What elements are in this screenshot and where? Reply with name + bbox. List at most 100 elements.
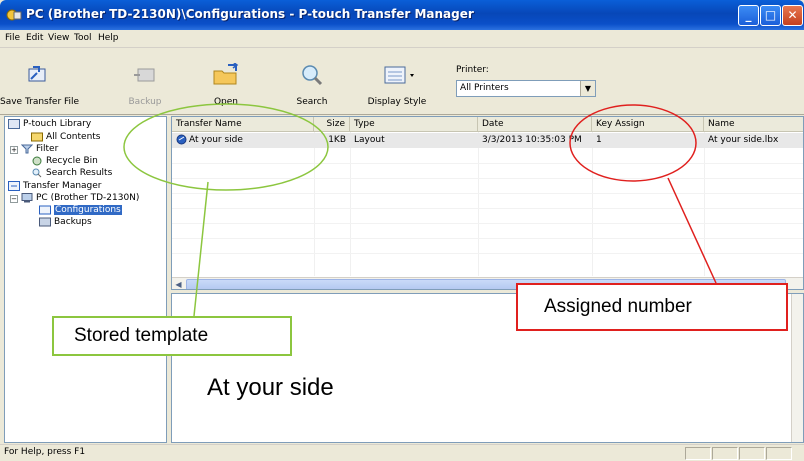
status-text: For Help, press F1 — [4, 447, 86, 457]
search-button[interactable]: Search — [290, 49, 334, 113]
cell-transfer-name[interactable]: At your side — [176, 134, 243, 147]
backup-button: Backup — [120, 49, 170, 113]
cell-transfer-name-text: At your side — [189, 135, 243, 145]
grid-line — [172, 208, 803, 209]
scroll-left-icon[interactable]: ◀ — [172, 279, 185, 289]
status-panel — [766, 447, 792, 460]
collapse-icon[interactable]: − — [10, 195, 18, 203]
printer-select-value: All Printers — [460, 83, 509, 93]
menu-edit[interactable]: Edit — [26, 33, 43, 43]
open-label: Open — [213, 97, 239, 107]
grid-line — [172, 193, 803, 194]
tree-item-label: Configurations — [54, 205, 122, 215]
cell-size: 1KB — [328, 135, 346, 145]
tree-item-label: All Contents — [46, 132, 101, 142]
computer-icon — [21, 192, 33, 202]
display-style-label: Display Style — [367, 97, 427, 107]
window-title: PC (Brother TD-2130N)\Configurations - P… — [26, 7, 474, 21]
toolbar: Save Transfer File Backup Open Search Di… — [0, 49, 804, 115]
display-style-button[interactable]: Display Style — [362, 49, 432, 113]
tree-item-label: Filter — [36, 144, 59, 154]
grid-line — [592, 132, 593, 276]
folder-tree: P-touch Library All Contents + Filter Re… — [4, 116, 167, 443]
maximize-button[interactable]: □ — [760, 5, 781, 26]
tree-item-all-contents[interactable]: All Contents — [31, 131, 101, 143]
status-panel — [739, 447, 765, 460]
tree-item-label: PC (Brother TD-2130N) — [36, 193, 140, 203]
save-transfer-file-icon — [28, 66, 46, 82]
tree-item-ptouch-library[interactable]: P-touch Library — [8, 118, 91, 130]
tree-item-label: Backups — [54, 217, 92, 227]
tree-item-label: Transfer Manager — [23, 181, 102, 191]
open-folder-icon — [213, 63, 239, 85]
open-button[interactable]: Open — [205, 49, 247, 113]
grid-line — [478, 132, 479, 276]
minimize-button[interactable]: _ — [738, 5, 759, 26]
grid-line — [314, 132, 315, 276]
backups-icon — [39, 217, 51, 226]
status-bar: For Help, press F1 — [0, 444, 804, 461]
grid-line — [172, 223, 803, 224]
cell-name: At your side.lbx — [708, 135, 779, 145]
vertical-scrollbar[interactable] — [791, 294, 803, 442]
configurations-icon — [39, 205, 51, 214]
tree-item-recycle-bin[interactable]: Recycle Bin — [31, 155, 98, 167]
grid-line — [172, 178, 803, 179]
column-header-key-assign[interactable]: Key Assign — [592, 117, 704, 132]
status-panel — [712, 447, 738, 460]
preview-text: At your side — [207, 374, 334, 401]
title-bar[interactable]: PC (Brother TD-2130N)\Configurations - P… — [0, 0, 804, 30]
cell-type: Layout — [354, 135, 385, 145]
tree-item-label: Recycle Bin — [46, 156, 98, 166]
cell-date: 3/3/2013 10:35:03 PM — [482, 135, 582, 145]
column-header-size[interactable]: Size — [314, 117, 350, 132]
backup-icon — [134, 68, 155, 82]
tree-item-filter[interactable]: Filter — [21, 143, 58, 155]
search-icon — [302, 65, 323, 86]
tree-item-backups[interactable]: Backups — [39, 216, 92, 228]
backup-label: Backup — [128, 97, 162, 107]
transfer-manager-icon — [8, 180, 20, 191]
grid-line — [704, 132, 705, 276]
all-contents-icon — [31, 132, 43, 141]
chevron-down-icon[interactable]: ▼ — [580, 81, 595, 96]
printer-label: Printer: — [456, 65, 489, 75]
menu-bar: File Edit View Tool Help — [0, 30, 804, 48]
tree-item-label: P-touch Library — [23, 119, 92, 129]
assigned-number-callout: Assigned number — [516, 283, 788, 331]
menu-file[interactable]: File — [5, 33, 20, 43]
grid-line — [172, 238, 803, 239]
tree-item-search-results[interactable]: Search Results — [31, 167, 112, 179]
display-style-icon — [384, 66, 414, 84]
column-header-date[interactable]: Date — [478, 117, 592, 132]
library-icon — [8, 118, 20, 129]
tree-item-label: Search Results — [46, 168, 113, 178]
expand-icon[interactable]: + — [10, 146, 18, 154]
grid-line — [350, 132, 351, 276]
recycle-bin-icon — [32, 156, 42, 165]
menu-tool[interactable]: Tool — [74, 33, 91, 43]
save-transfer-file-label: Save Transfer File — [0, 97, 80, 107]
filter-icon — [21, 144, 33, 153]
menu-view[interactable]: View — [48, 33, 69, 43]
layout-file-icon — [176, 134, 187, 145]
app-window: PC (Brother TD-2130N)\Configurations - P… — [0, 0, 804, 461]
transfer-list: Transfer Name Size Type Date Key Assign … — [171, 116, 804, 290]
tree-item-configurations[interactable]: Configurations — [39, 204, 122, 216]
printer-select[interactable]: All Printers ▼ — [456, 80, 596, 97]
column-header-transfer-name[interactable]: Transfer Name — [172, 117, 314, 132]
status-panel — [685, 447, 711, 460]
column-header-type[interactable]: Type — [350, 117, 478, 132]
tree-item-transfer-manager[interactable]: Transfer Manager — [8, 180, 102, 192]
save-transfer-file-button[interactable]: Save Transfer File — [0, 49, 80, 113]
stored-template-callout: Stored template — [52, 316, 292, 356]
cell-key-assign: 1 — [596, 135, 602, 145]
search-results-icon — [32, 168, 42, 177]
menu-help[interactable]: Help — [98, 33, 119, 43]
tree-item-pc[interactable]: PC (Brother TD-2130N) — [21, 192, 139, 204]
column-header-name[interactable]: Name — [704, 117, 803, 132]
close-button[interactable]: ✕ — [782, 5, 803, 26]
app-icon — [6, 9, 22, 21]
grid-line — [172, 163, 803, 164]
grid-line — [172, 253, 803, 254]
